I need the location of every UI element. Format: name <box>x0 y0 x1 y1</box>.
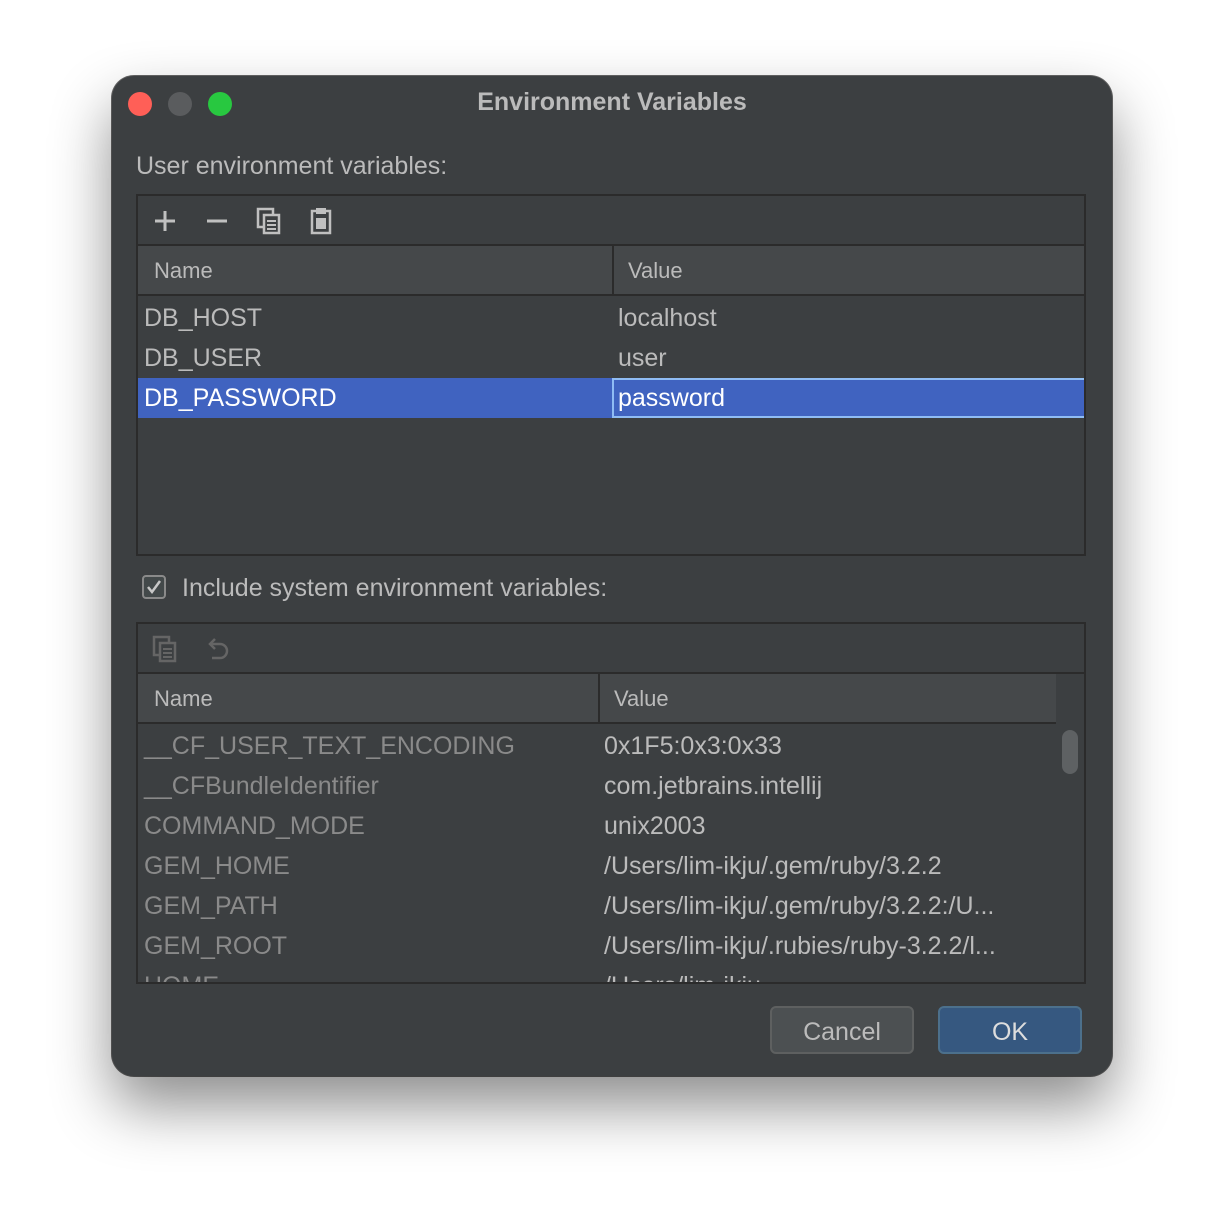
table-row-selected[interactable]: DB_PASSWORD password <box>138 378 1084 418</box>
user-env-table-panel: Name Value DB_HOST localhost DB_USER use… <box>136 194 1086 556</box>
remove-icon[interactable] <box>200 204 234 238</box>
row-value-cell[interactable]: unix2003 <box>604 812 705 841</box>
undo-icon <box>208 638 229 660</box>
row-name-cell[interactable]: HOME <box>144 972 219 982</box>
system-env-table-header: Name Value <box>138 674 1058 724</box>
table-row[interactable]: __CFBundleIdentifier com.jetbrains.intel… <box>138 766 1084 806</box>
row-value-cell[interactable]: /Users/lim-ikju <box>604 972 761 982</box>
scrollbar-thumb[interactable] <box>1062 730 1078 774</box>
add-icon[interactable] <box>148 204 182 238</box>
copy-icon[interactable] <box>252 204 286 238</box>
row-value-cell[interactable]: com.jetbrains.intellij <box>604 772 822 801</box>
row-name-cell[interactable]: DB_HOST <box>144 304 262 333</box>
table-row[interactable]: GEM_ROOT /Users/lim-ikju/.rubies/ruby-3.… <box>138 926 1084 966</box>
environment-variables-dialog: Environment Variables User environment v… <box>112 76 1112 1076</box>
system-env-toolbar <box>138 624 1084 674</box>
row-value-cell[interactable]: /Users/lim-ikju/.rubies/ruby-3.2.2/l... <box>604 932 996 961</box>
include-system-vars-checkbox[interactable] <box>142 575 166 599</box>
column-header-value[interactable]: Value <box>628 258 683 284</box>
user-env-label: User environment variables: <box>136 152 448 180</box>
ok-button[interactable]: OK <box>938 1006 1082 1054</box>
checkmark-icon <box>147 580 162 595</box>
column-divider[interactable] <box>598 674 600 722</box>
copy-icon <box>152 635 177 663</box>
table-row[interactable]: COMMAND_MODE unix2003 <box>138 806 1084 846</box>
row-value-cell[interactable]: localhost <box>618 304 717 333</box>
paste-icon[interactable] <box>304 204 338 238</box>
user-env-toolbar <box>138 196 1084 246</box>
table-row[interactable]: GEM_HOME /Users/lim-ikju/.gem/ruby/3.2.2 <box>138 846 1084 886</box>
vertical-scrollbar[interactable] <box>1056 674 1084 982</box>
include-system-vars-label[interactable]: Include system environment variables: <box>182 574 607 603</box>
row-name-cell[interactable]: __CFBundleIdentifier <box>144 772 379 801</box>
row-name-cell[interactable]: DB_USER <box>144 344 262 373</box>
table-row[interactable]: DB_USER user <box>138 338 1084 378</box>
row-value-cell[interactable]: /Users/lim-ikju/.gem/ruby/3.2.2:/U... <box>604 892 994 921</box>
system-env-table-panel: Name Value __CF_USER_TEXT_ENCODING 0x1F5… <box>136 622 1086 984</box>
row-value-cell[interactable]: /Users/lim-ikju/.gem/ruby/3.2.2 <box>604 852 942 881</box>
dialog-title: Environment Variables <box>477 88 747 116</box>
table-row[interactable]: __CF_USER_TEXT_ENCODING 0x1F5:0x3:0x33 <box>138 726 1084 766</box>
row-name-cell[interactable]: GEM_HOME <box>144 852 290 881</box>
user-env-table-header: Name Value <box>138 246 1084 296</box>
column-divider[interactable] <box>612 246 614 294</box>
row-name-cell[interactable]: DB_PASSWORD <box>144 384 337 413</box>
row-name-cell[interactable]: COMMAND_MODE <box>144 812 365 841</box>
row-value-cell[interactable]: password <box>618 384 725 413</box>
row-value-cell[interactable]: 0x1F5:0x3:0x33 <box>604 732 782 761</box>
row-name-cell[interactable]: __CF_USER_TEXT_ENCODING <box>144 732 515 761</box>
row-name-cell[interactable]: GEM_ROOT <box>144 932 287 961</box>
title-bar[interactable]: Environment Variables <box>112 76 1112 132</box>
cancel-button[interactable]: Cancel <box>770 1006 914 1054</box>
column-header-value[interactable]: Value <box>614 686 669 712</box>
row-value-cell[interactable]: user <box>618 344 667 373</box>
table-row[interactable]: HOME /Users/lim-ikju <box>138 966 1084 982</box>
row-name-cell[interactable]: GEM_PATH <box>144 892 278 921</box>
column-header-name[interactable]: Name <box>154 258 213 284</box>
column-header-name[interactable]: Name <box>154 686 213 712</box>
table-row[interactable]: GEM_PATH /Users/lim-ikju/.gem/ruby/3.2.2… <box>138 886 1084 926</box>
table-row[interactable]: DB_HOST localhost <box>138 298 1084 338</box>
